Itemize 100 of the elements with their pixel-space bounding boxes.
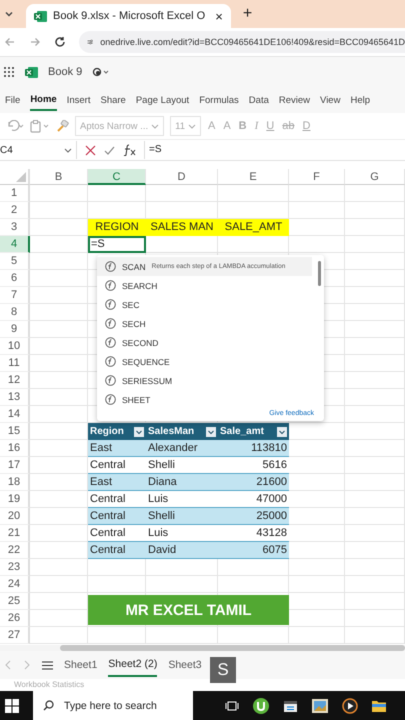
function-suggestion[interactable]: SECOND: [97, 333, 312, 352]
ribbon-tab[interactable]: Help: [350, 90, 370, 110]
function-suggestion[interactable]: SEARCH: [97, 276, 312, 295]
row-number[interactable]: 20: [0, 508, 30, 525]
row-number[interactable]: 16: [0, 440, 30, 457]
column-title: Sale_amt: [220, 426, 264, 437]
row-number[interactable]: 14: [0, 406, 30, 423]
row-number[interactable]: 21: [0, 525, 30, 542]
reload-icon[interactable]: [54, 36, 66, 48]
row-number[interactable]: 5: [0, 253, 30, 270]
row-number[interactable]: 8: [0, 304, 30, 321]
url-text: onedrive.live.com/edit?id=BCC09465641DE106!409&resid=BCC09465641D: [100, 37, 405, 47]
filter-dropdown-icon[interactable]: [277, 426, 287, 436]
dropdown-icon[interactable]: [4, 9, 14, 19]
ribbon-tab[interactable]: File: [5, 90, 20, 110]
column-header[interactable]: C: [88, 169, 146, 185]
table-cell: 47000: [218, 491, 289, 508]
row-number[interactable]: 10: [0, 338, 30, 355]
filter-dropdown-icon[interactable]: [134, 426, 144, 436]
function-suggestion[interactable]: SERIESSUM: [97, 371, 312, 390]
saved-status-icon[interactable]: [92, 67, 110, 77]
table-cell: Luis: [146, 491, 218, 508]
row-number[interactable]: 23: [0, 559, 30, 576]
app-launcher-icon[interactable]: [3, 66, 15, 78]
function-suggestion[interactable]: SEC: [97, 295, 312, 314]
photos-app-icon[interactable]: [312, 698, 328, 712]
row-number[interactable]: 15: [0, 423, 30, 440]
row-number[interactable]: 19: [0, 491, 30, 508]
column-header[interactable]: D: [146, 169, 218, 185]
column-header[interactable]: G: [345, 169, 405, 185]
table-cell: Central: [88, 525, 146, 542]
row-number[interactable]: 4: [0, 236, 30, 253]
table-cell: SALES MAN: [146, 219, 218, 236]
column-header[interactable]: F: [289, 169, 345, 185]
function-icon: [105, 318, 116, 329]
ribbon-tab[interactable]: Page Layout: [136, 90, 190, 110]
sheet-tab[interactable]: Sheet1: [64, 654, 98, 676]
row-number[interactable]: 25: [0, 593, 30, 610]
table-cell: East: [88, 474, 146, 491]
ribbon-tab[interactable]: Insert: [66, 90, 90, 110]
menu-icon[interactable]: [42, 660, 53, 670]
formula-input[interactable]: =S: [144, 141, 405, 159]
new-tab-button[interactable]: +: [242, 5, 252, 23]
function-icon: [105, 337, 116, 348]
taskbar-search-field[interactable]: Type here to search: [33, 691, 193, 720]
column-title: Region: [90, 426, 124, 437]
ribbon-tab[interactable]: Review: [278, 90, 310, 110]
row-number[interactable]: 2: [0, 202, 30, 219]
spreadsheet-icon: [34, 10, 47, 22]
row-number[interactable]: 18: [0, 474, 30, 491]
insert-function-icon[interactable]: [123, 144, 136, 156]
row-number[interactable]: 7: [0, 287, 30, 304]
ribbon-tab[interactable]: View: [320, 90, 340, 110]
torrent-app-icon[interactable]: [253, 698, 269, 714]
ribbon-tab[interactable]: Share: [100, 90, 126, 110]
column-title: SalesMan: [148, 426, 194, 437]
row-number[interactable]: 24: [0, 576, 30, 593]
active-cell-input[interactable]: =S: [88, 236, 146, 253]
row-number[interactable]: 6: [0, 270, 30, 287]
enter-icon[interactable]: [104, 144, 115, 156]
calendar-app-icon[interactable]: [283, 698, 298, 713]
ribbon-tab[interactable]: Home: [30, 90, 57, 110]
function-suggestion[interactable]: SECH: [97, 314, 312, 333]
row-number[interactable]: 12: [0, 372, 30, 389]
folder-icon[interactable]: [372, 699, 386, 712]
name-box[interactable]: C4: [0, 141, 77, 159]
tab-title: Book 9.xlsx - Microsoft Excel O: [53, 10, 206, 22]
function-suggestion[interactable]: SEQUENCE: [97, 352, 312, 371]
row-number[interactable]: 11: [0, 355, 30, 372]
table-cell: East: [88, 440, 146, 457]
function-suggestion[interactable]: SHEET: [97, 390, 312, 409]
table-cell: Alexander: [146, 440, 218, 457]
browser-tab[interactable]: Book 9.xlsx - Microsoft Excel O ×: [26, 4, 231, 28]
function-icon: [105, 280, 116, 291]
row-number[interactable]: 13: [0, 389, 30, 406]
document-title[interactable]: Book 9: [48, 66, 82, 78]
ribbon-tab[interactable]: Data: [248, 90, 269, 110]
windows-start-icon[interactable]: [5, 698, 19, 712]
table-cell: Central: [88, 491, 146, 508]
filter-dropdown-icon[interactable]: [206, 426, 216, 436]
row-number[interactable]: 22: [0, 542, 30, 559]
scrollbar[interactable]: [318, 261, 321, 286]
cancel-icon[interactable]: [85, 144, 96, 156]
address-bar[interactable]: onedrive.live.com/edit?id=BCC09465641DE106!409&resid=BCC09465641D: [79, 31, 405, 53]
media-player-icon[interactable]: [342, 698, 358, 714]
sheet-tab[interactable]: Sheet3: [168, 654, 202, 676]
task-view-icon[interactable]: [225, 700, 239, 712]
table-cell: SALE_AMT: [218, 219, 289, 236]
title-banner: MR EXCEL TAMIL: [88, 595, 289, 625]
sheet-tab[interactable]: Sheet2 (2): [108, 653, 158, 677]
row-number[interactable]: 9: [0, 321, 30, 338]
close-tab-button[interactable]: ×: [215, 8, 223, 24]
row-number[interactable]: 26: [0, 610, 30, 627]
search-icon: [43, 700, 54, 711]
row-number[interactable]: 1: [0, 185, 30, 202]
column-header[interactable]: E: [218, 169, 289, 185]
table-cell: Shelli: [146, 508, 218, 525]
row-number[interactable]: 17: [0, 457, 30, 474]
ribbon-tab[interactable]: Formulas: [199, 90, 239, 110]
table-cell: David: [146, 542, 218, 559]
